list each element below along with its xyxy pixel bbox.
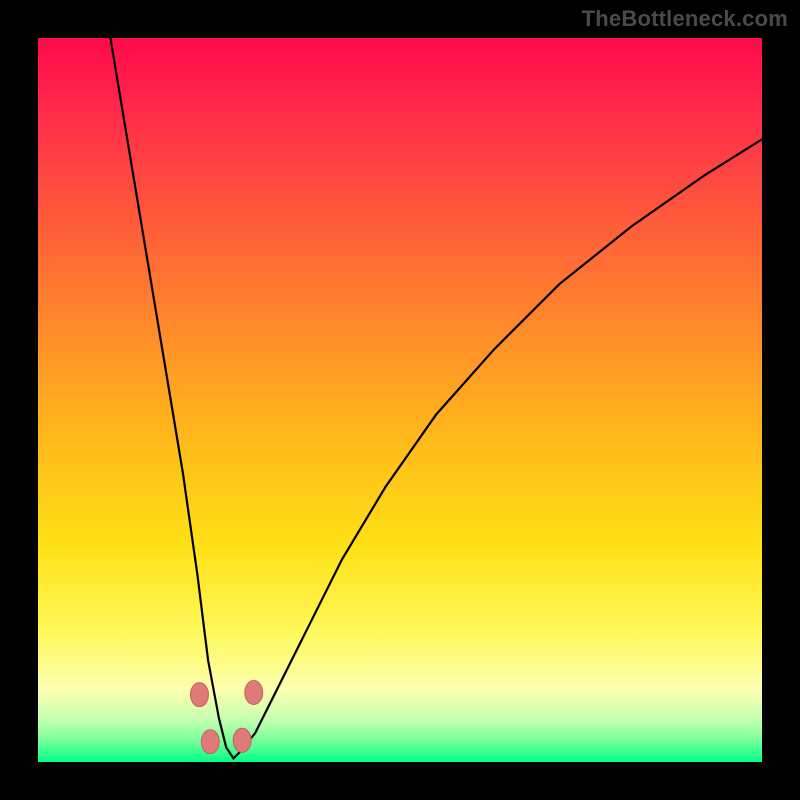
bottleneck-curve — [110, 38, 762, 758]
curve-marker — [201, 730, 219, 754]
watermark-text: TheBottleneck.com — [582, 6, 788, 32]
curve-marker — [233, 728, 251, 752]
curve-marker — [190, 683, 208, 707]
curve-markers — [190, 681, 262, 754]
plot-area — [38, 38, 762, 762]
chart-frame: TheBottleneck.com — [0, 0, 800, 800]
chart-svg — [38, 38, 762, 762]
curve-marker — [245, 681, 263, 705]
